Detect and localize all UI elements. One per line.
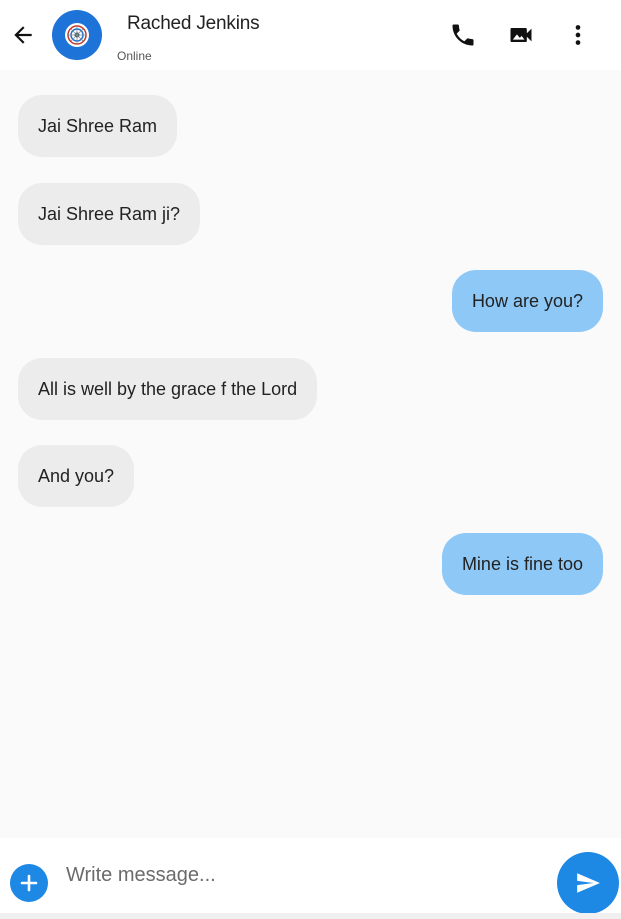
bottom-edge [0, 913, 621, 919]
avatar-logo-icon [65, 23, 89, 47]
back-button[interactable] [8, 20, 38, 50]
send-button[interactable] [557, 852, 619, 914]
message-list: Jai Shree Ram Jai Shree Ram ji? How are … [0, 70, 621, 838]
arrow-back-icon [14, 26, 32, 44]
message-input[interactable] [56, 856, 556, 894]
composer-bar [0, 838, 621, 919]
message-bubble-outgoing[interactable]: How are you? [451, 270, 603, 332]
call-button[interactable] [448, 20, 478, 50]
message-bubble-incoming[interactable]: All is well by the grace f the Lord [18, 358, 318, 420]
message-bubble-incoming[interactable]: And you? [18, 445, 135, 507]
video-call-button[interactable] [506, 20, 536, 50]
chat-screen: Rached Jenkins Online Jai Shree Ram Jai … [0, 0, 621, 919]
plus-icon [20, 874, 38, 892]
contact-status: Online [117, 49, 152, 63]
message-bubble-incoming[interactable]: Jai Shree Ram ji? [18, 183, 201, 245]
more-options-button[interactable] [563, 20, 593, 50]
add-attachment-button[interactable] [10, 864, 48, 902]
contact-name: Rached Jenkins [127, 13, 260, 34]
video-camera-icon [510, 28, 532, 42]
chat-header: Rached Jenkins Online [0, 0, 621, 70]
message-bubble-outgoing[interactable]: Mine is fine too [441, 533, 603, 595]
more-vertical-icon [575, 25, 581, 45]
message-bubble-incoming[interactable]: Jai Shree Ram [18, 95, 178, 157]
send-icon [577, 873, 600, 893]
phone-icon [452, 24, 474, 46]
avatar[interactable] [52, 10, 102, 60]
